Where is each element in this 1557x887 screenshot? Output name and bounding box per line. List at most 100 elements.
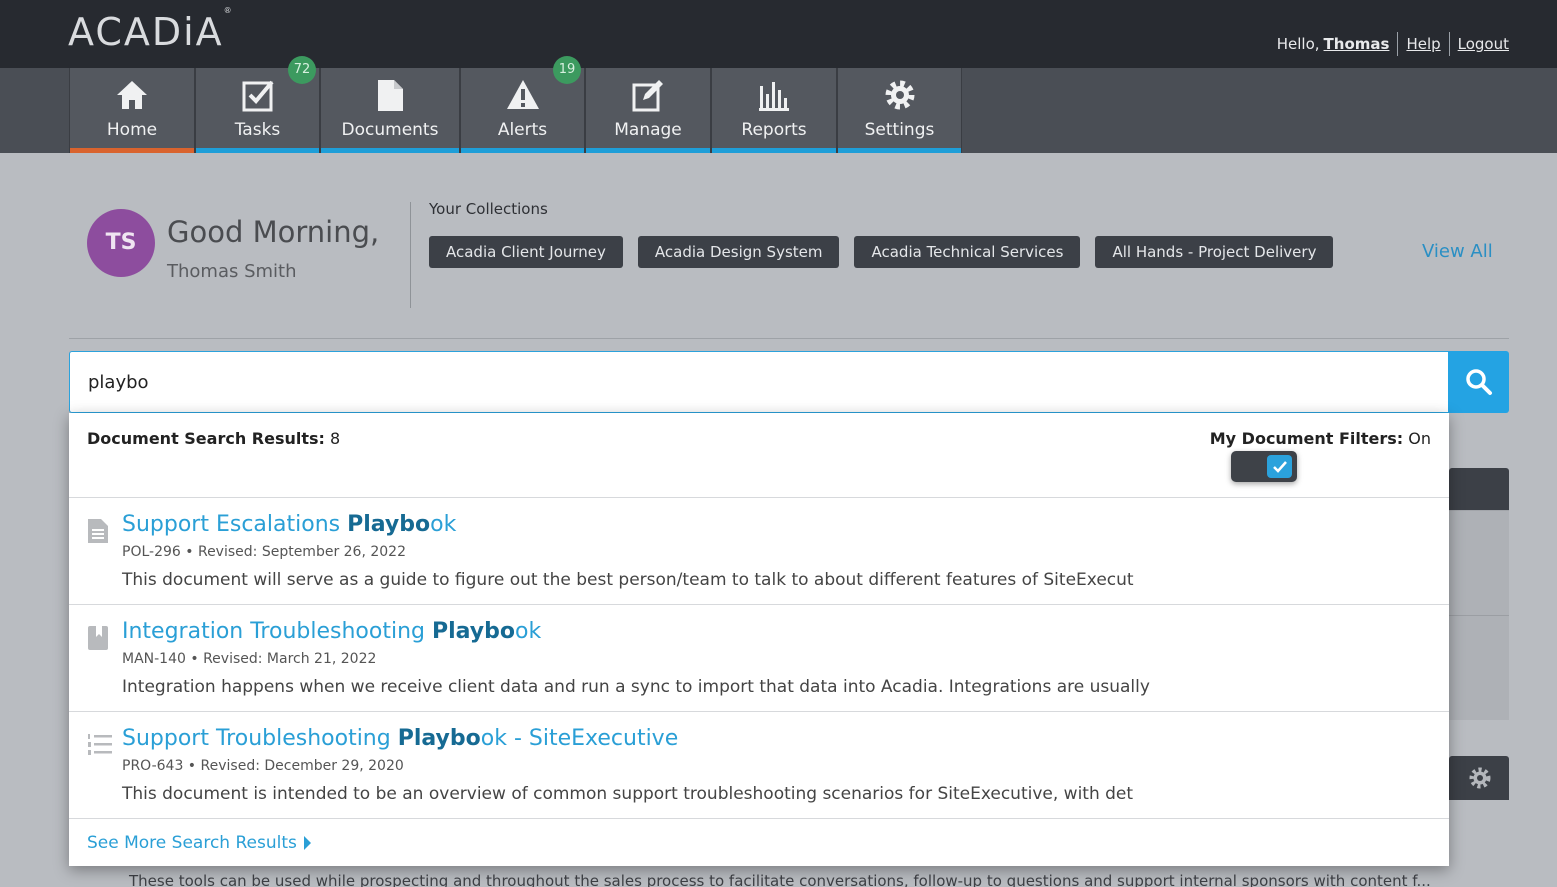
logo-text: ACADiA — [68, 10, 224, 54]
title-text: ok — [430, 512, 457, 537]
search-icon — [1465, 369, 1492, 395]
filter-state: On — [1408, 429, 1431, 448]
registered-mark: ® — [223, 6, 234, 16]
main-nav: Home Tasks 72 Documents Alerts 19 Manage — [0, 56, 1557, 153]
title-text: Support Troubleshooting — [122, 726, 398, 751]
toggle-knob — [1267, 455, 1292, 478]
result-description: Integration happens when we receive clie… — [122, 677, 1150, 697]
nav-home[interactable]: Home — [69, 68, 195, 153]
nav-bar — [196, 148, 319, 153]
result-title-link[interactable]: Integration Troubleshooting Playbook — [122, 619, 541, 644]
doc-code: POL-296 — [122, 544, 181, 560]
result-meta: POL-296 • Revised: September 26, 2022 — [122, 544, 406, 560]
caret-right-icon — [303, 836, 311, 850]
nav-label: Home — [106, 120, 158, 140]
title-match: Playbo — [397, 726, 481, 751]
doc-code: MAN-140 — [122, 651, 186, 667]
divider — [410, 202, 411, 308]
results-count-value: 8 — [330, 429, 341, 448]
nav-bar — [321, 148, 459, 153]
result-meta: PRO-643 • Revised: December 29, 2020 — [122, 758, 404, 774]
numbered-list-icon — [87, 732, 113, 762]
document-filters-status: My Document Filters: On — [1210, 429, 1431, 448]
revised-date: Revised: September 26, 2022 — [197, 544, 406, 560]
nav-bar — [712, 148, 836, 153]
collection-chip[interactable]: Acadia Design System — [637, 236, 840, 268]
nav-tasks[interactable]: Tasks 72 — [195, 56, 320, 153]
nav-label: Reports — [741, 120, 807, 140]
divider — [69, 338, 1509, 339]
edit-icon — [586, 78, 710, 114]
document-lines-icon — [87, 518, 109, 548]
gear-icon — [838, 78, 961, 114]
alerts-count-badge: 19 — [553, 56, 581, 84]
result-description: This document will serve as a guide to f… — [122, 570, 1134, 590]
nav-label: Manage — [614, 120, 682, 140]
nav-label: Alerts — [497, 120, 548, 140]
search-input[interactable] — [70, 352, 1449, 412]
view-all-link[interactable]: View All — [1422, 241, 1493, 262]
title-match: Playbo — [347, 512, 431, 537]
home-icon — [70, 78, 194, 114]
results-count: Document Search Results: 8 — [87, 429, 340, 448]
hello-text: Hello, — [1276, 35, 1320, 53]
collections-title: Your Collections — [429, 200, 548, 218]
nav-bar — [461, 148, 584, 153]
nav-label: Tasks — [234, 120, 281, 140]
widget-gear-icon[interactable] — [1468, 766, 1492, 794]
title-text: ok — [515, 619, 542, 644]
nav-bar — [586, 148, 710, 153]
divider — [1397, 32, 1399, 56]
collection-chip[interactable]: All Hands - Project Delivery — [1095, 236, 1334, 268]
bookmark-doc-icon — [87, 625, 109, 655]
results-header: Document Search Results: 8 My Document F… — [69, 413, 1449, 498]
search-results-dropdown: Document Search Results: 8 My Document F… — [69, 413, 1449, 866]
search-button[interactable] — [1448, 351, 1509, 413]
top-bar: ACADiA® Hello, Thomas Help Logout — [0, 0, 1557, 68]
nav-alerts[interactable]: Alerts 19 — [460, 56, 585, 153]
nav-active-bar — [70, 148, 194, 153]
nav-settings[interactable]: Settings — [837, 68, 962, 153]
revised-date: Revised: March 21, 2022 — [203, 651, 377, 667]
document-icon — [321, 78, 459, 114]
title-text: Integration Troubleshooting — [122, 619, 432, 644]
result-meta: MAN-140 • Revised: March 21, 2022 — [122, 651, 377, 667]
greeting-user-name: Thomas Smith — [167, 261, 297, 282]
title-match: Playbo — [431, 619, 516, 644]
bar-chart-icon — [712, 78, 836, 114]
tools-description: These tools can be used while prospectin… — [129, 872, 1431, 887]
tasks-count-badge: 72 — [288, 56, 316, 84]
nav-manage[interactable]: Manage — [585, 68, 711, 153]
user-name-link[interactable]: Thomas — [1324, 35, 1390, 53]
greeting-title: Good Morning, — [167, 215, 380, 249]
collections-list: Acadia Client Journey Acadia Design Syst… — [429, 236, 1348, 268]
user-links: Hello, Thomas Help Logout — [1277, 32, 1509, 56]
collection-chip[interactable]: Acadia Technical Services — [854, 236, 1081, 268]
search-result[interactable]: Support Troubleshooting Playbook - SiteE… — [69, 712, 1449, 819]
search-box — [69, 351, 1449, 413]
nav-reports[interactable]: Reports — [711, 68, 837, 153]
divider — [1448, 32, 1450, 56]
help-link[interactable]: Help — [1406, 35, 1440, 53]
result-title-link[interactable]: Support Troubleshooting Playbook - SiteE… — [122, 726, 678, 751]
filter-label: My Document Filters: — [1209, 429, 1404, 448]
avatar[interactable]: TS — [87, 209, 155, 277]
result-description: This document is intended to be an overv… — [122, 784, 1134, 804]
acadia-logo[interactable]: ACADiA® — [68, 6, 234, 54]
nav-label: Settings — [864, 120, 935, 140]
see-more-results-link[interactable]: See More Search Results — [87, 833, 311, 853]
title-text: ok - SiteExecutive — [480, 726, 679, 751]
logout-link[interactable]: Logout — [1458, 35, 1509, 53]
document-filters-toggle[interactable] — [1231, 451, 1297, 482]
nav-documents[interactable]: Documents — [320, 68, 460, 153]
search-result[interactable]: Support Escalations Playbook POL-296 • R… — [69, 498, 1449, 605]
result-title-link[interactable]: Support Escalations Playbook — [122, 512, 456, 537]
doc-code: PRO-643 — [122, 758, 184, 774]
title-text: Support Escalations — [122, 512, 348, 537]
see-more-label: See More Search Results — [87, 833, 297, 853]
revised-date: Revised: December 29, 2020 — [200, 758, 404, 774]
widget-header — [1449, 468, 1509, 510]
check-icon — [1272, 460, 1287, 473]
collection-chip[interactable]: Acadia Client Journey — [429, 236, 623, 268]
search-result[interactable]: Integration Troubleshooting Playbook MAN… — [69, 605, 1449, 712]
